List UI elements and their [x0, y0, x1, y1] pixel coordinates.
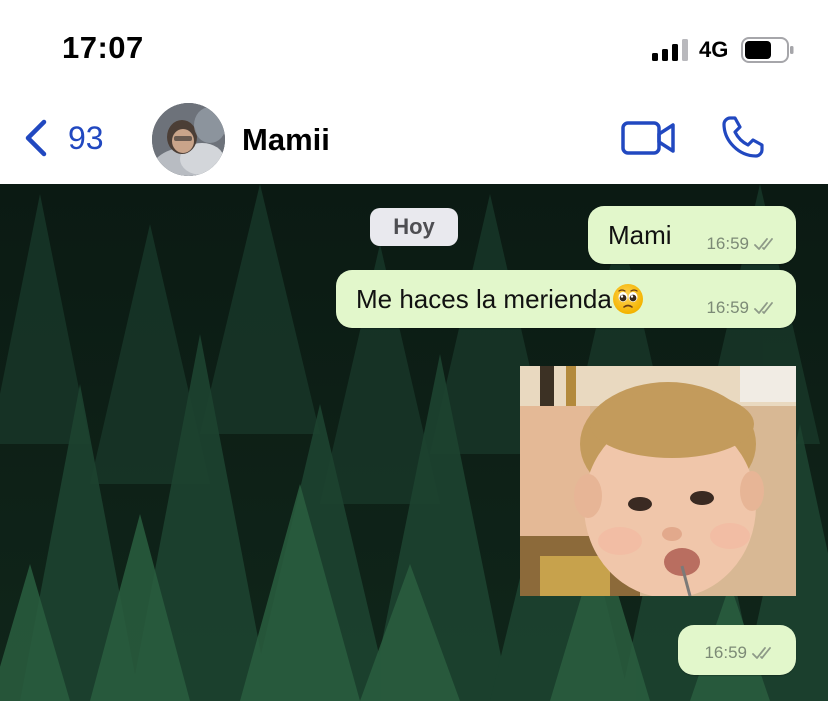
message-text: Mami: [608, 220, 672, 250]
status-bar: 17:07 4G: [0, 0, 828, 96]
image-message[interactable]: [520, 366, 796, 596]
chevron-left-icon: [25, 119, 47, 157]
network-type: 4G: [699, 37, 729, 62]
outgoing-message[interactable]: 16:59: [678, 625, 796, 675]
date-separator: Hoy: [370, 208, 458, 246]
message-time: 16:59: [706, 298, 749, 317]
message-meta: 16:59: [706, 234, 778, 254]
pleading-face-emoji: [612, 284, 643, 314]
phone-icon[interactable]: [720, 114, 766, 160]
outgoing-message[interactable]: Mami 16:59: [588, 206, 796, 264]
message-time: 16:59: [704, 643, 747, 662]
status-time: 17:07: [62, 30, 144, 65]
double-check-icon: [754, 302, 773, 314]
unread-count: 93: [68, 119, 104, 156]
battery-icon: [741, 37, 794, 63]
message-time: 16:59: [706, 234, 749, 253]
double-check-icon: [754, 238, 773, 250]
message-meta: 16:59: [704, 643, 776, 663]
toddler-photo: [520, 366, 796, 596]
chat-header: 93 Mamii: [0, 96, 828, 184]
avatar-photo: [152, 103, 225, 176]
outgoing-message[interactable]: Me haces la merienda 16:59: [336, 270, 796, 328]
double-check-icon: [752, 647, 771, 659]
message-meta: 16:59: [706, 298, 778, 318]
back-button[interactable]: 93: [22, 112, 122, 164]
message-text-wrap: Me haces la merienda: [356, 284, 643, 315]
video-camera-icon[interactable]: [620, 118, 676, 158]
signal-strength-icon: [652, 39, 688, 61]
contact-avatar[interactable]: [152, 103, 225, 176]
chat-messages[interactable]: Hoy Mami 16:59 Me haces la merienda 16:5…: [0, 184, 828, 701]
contact-name[interactable]: Mamii: [242, 122, 330, 158]
message-text: Me haces la merienda: [356, 284, 612, 314]
